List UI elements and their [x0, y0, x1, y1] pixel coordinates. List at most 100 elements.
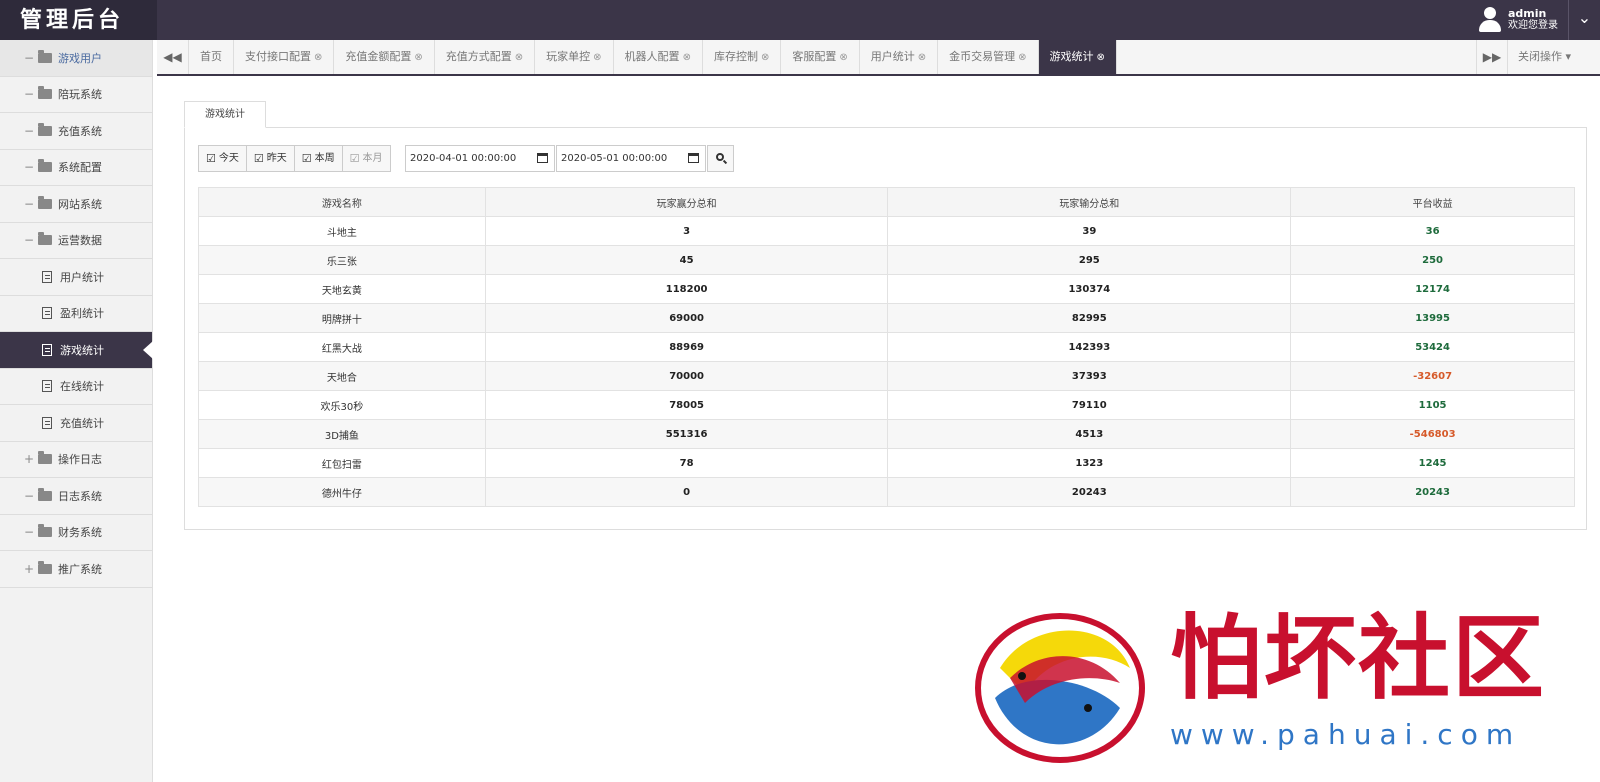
tab-label: 机器人配置 [624, 50, 680, 63]
table-cell: 德州牛仔 [198, 477, 486, 507]
tab-3[interactable]: 充值方式配置 ⊗ [435, 40, 536, 74]
stats-panel: ☑ 今天 ☑ 昨天 ☑ 本周 ☑ 本月 2020-04-01 00:00:00 2020-05… [184, 127, 1587, 530]
sidebar-item-1[interactable]: − 陪玩系统 [0, 77, 152, 113]
sidebar-item-8[interactable]: 游戏统计 [0, 332, 153, 369]
collapse-icon[interactable]: − [24, 489, 38, 503]
sidebar-item-label: 充值统计 [60, 416, 104, 430]
calendar-icon[interactable] [537, 153, 548, 163]
close-operations-button[interactable]: 关闭操作 ▾ [1508, 40, 1600, 74]
table-cell: 1323 [887, 448, 1292, 478]
quick-range-label: 昨天 [266, 153, 287, 164]
tab-4[interactable]: 玩家单控 ⊗ [535, 40, 614, 74]
sidebar-item-label: 充值系统 [58, 124, 102, 138]
panel-tab[interactable]: 游戏统计 [184, 101, 266, 128]
sidebar-item-6[interactable]: 用户统计 [0, 259, 152, 296]
quick-range-button[interactable]: ☑ 本周 [293, 145, 342, 172]
collapse-icon[interactable]: − [24, 197, 38, 211]
close-tab-icon[interactable]: ⊗ [1097, 52, 1105, 63]
quick-range-button[interactable]: ☑ 昨天 [245, 145, 294, 172]
document-icon [42, 380, 52, 393]
tab-5[interactable]: 机器人配置 ⊗ [614, 40, 703, 74]
sidebar-item-4[interactable]: − 网站系统 [0, 186, 152, 223]
chevron-down-icon[interactable]: ⌄ [1568, 0, 1600, 40]
collapse-icon[interactable]: − [24, 233, 38, 247]
sidebar-item-label: 网站系统 [58, 197, 102, 211]
date-from-input[interactable]: 2020-04-01 00:00:00 [405, 145, 555, 172]
table-cell: 1105 [1290, 390, 1575, 420]
calendar-icon[interactable] [688, 153, 699, 163]
date-from-value: 2020-04-01 00:00:00 [410, 153, 517, 164]
tab-9[interactable]: 金币交易管理 ⊗ [938, 40, 1039, 74]
sidebar-item-10[interactable]: 充值统计 [0, 405, 152, 442]
sidebar-item-11[interactable]: + 操作日志 [0, 442, 152, 478]
tab-1[interactable]: 支付接口配置 ⊗ [234, 40, 335, 74]
sidebar-item-label: 运营数据 [58, 234, 102, 248]
quick-range-button[interactable]: ☑ 本月 [341, 145, 391, 172]
table-cell: 45 [484, 245, 889, 275]
table-cell: 天地合 [198, 361, 486, 391]
table-cell: 295 [887, 245, 1292, 275]
table-cell: 13995 [1290, 303, 1575, 333]
tab-8[interactable]: 用户统计 ⊗ [860, 40, 939, 74]
close-tab-icon[interactable]: ⊗ [515, 52, 523, 63]
double-right-icon[interactable]: ▶▶ [1476, 40, 1508, 74]
expand-icon[interactable]: + [24, 452, 38, 466]
quick-range-label: 本月 [362, 153, 383, 164]
tab-label: 充值方式配置 [445, 50, 512, 63]
double-left-icon[interactable]: ◀◀ [157, 40, 189, 74]
close-tab-icon[interactable]: ⊗ [593, 52, 601, 63]
table-cell: 79110 [887, 390, 1292, 420]
sidebar-item-2[interactable]: − 充值系统 [0, 113, 152, 150]
collapse-icon[interactable]: − [24, 87, 38, 101]
table-row: 德州牛仔 0 20243 20243 [198, 477, 1575, 507]
quick-range-button[interactable]: ☑ 今天 [198, 145, 246, 172]
collapse-icon[interactable]: − [24, 51, 38, 65]
close-tab-icon[interactable]: ⊗ [414, 52, 422, 63]
sidebar-item-13[interactable]: − 财务系统 [0, 515, 152, 551]
collapse-icon[interactable]: − [24, 525, 38, 539]
sidebar-item-0[interactable]: − 游戏用户 [0, 40, 152, 77]
sidebar-item-label: 在线统计 [60, 380, 104, 394]
table-cell: 250 [1290, 245, 1575, 275]
sidebar-item-label: 陪玩系统 [58, 88, 102, 102]
folder-icon [38, 451, 52, 465]
collapse-icon[interactable]: − [24, 160, 38, 174]
user-info[interactable]: admin 欢迎您登录 [1478, 6, 1558, 34]
tab-label: 游戏统计 [1049, 50, 1094, 63]
close-tab-icon[interactable]: ⊗ [761, 52, 769, 63]
close-tab-icon[interactable]: ⊗ [683, 52, 691, 63]
sidebar-item-7[interactable]: 盈利统计 [0, 296, 152, 332]
tab-6[interactable]: 库存控制 ⊗ [703, 40, 782, 74]
sidebar-item-label: 日志系统 [58, 489, 102, 503]
date-to-input[interactable]: 2020-05-01 00:00:00 [556, 145, 706, 172]
folder-icon [38, 232, 52, 246]
table-cell: 明牌拼十 [198, 303, 486, 333]
tab-0[interactable]: 首页 [189, 40, 234, 74]
table-row: 红包扫雷 78 1323 1245 [198, 448, 1575, 478]
tab-10[interactable]: 游戏统计 ⊗ [1038, 40, 1117, 74]
sidebar-item-5[interactable]: − 运营数据 [0, 223, 152, 259]
search-button[interactable] [707, 145, 734, 172]
close-tab-icon[interactable]: ⊗ [314, 52, 322, 63]
table-row: 欢乐30秒 78005 79110 1105 [198, 390, 1575, 420]
checkbox-icon: ☑ [206, 152, 216, 165]
tab-7[interactable]: 客服配置 ⊗ [781, 40, 860, 74]
table-cell: 乐三张 [198, 245, 486, 275]
sidebar-item-label: 游戏统计 [60, 343, 104, 357]
close-tab-icon[interactable]: ⊗ [1018, 52, 1026, 63]
sidebar-item-14[interactable]: + 推广系统 [0, 551, 152, 588]
checkbox-icon: ☑ [349, 152, 360, 165]
table-cell: 36 [1290, 216, 1575, 246]
column-header: 玩家赢分总和 [484, 187, 889, 217]
collapse-icon[interactable]: − [24, 124, 38, 138]
sidebar-item-3[interactable]: − 系统配置 [0, 150, 152, 186]
expand-icon[interactable]: + [24, 562, 38, 576]
close-tab-icon[interactable]: ⊗ [918, 52, 926, 63]
close-tab-icon[interactable]: ⊗ [839, 52, 847, 63]
table-cell: 3D捕鱼 [198, 419, 486, 449]
tab-2[interactable]: 充值金额配置 ⊗ [334, 40, 435, 74]
column-header: 玩家输分总和 [887, 187, 1292, 217]
sidebar-item-9[interactable]: 在线统计 [0, 369, 152, 405]
sidebar-item-12[interactable]: − 日志系统 [0, 478, 152, 515]
top-bar: 管理后台 admin 欢迎您登录 ⌄ [0, 0, 1600, 40]
